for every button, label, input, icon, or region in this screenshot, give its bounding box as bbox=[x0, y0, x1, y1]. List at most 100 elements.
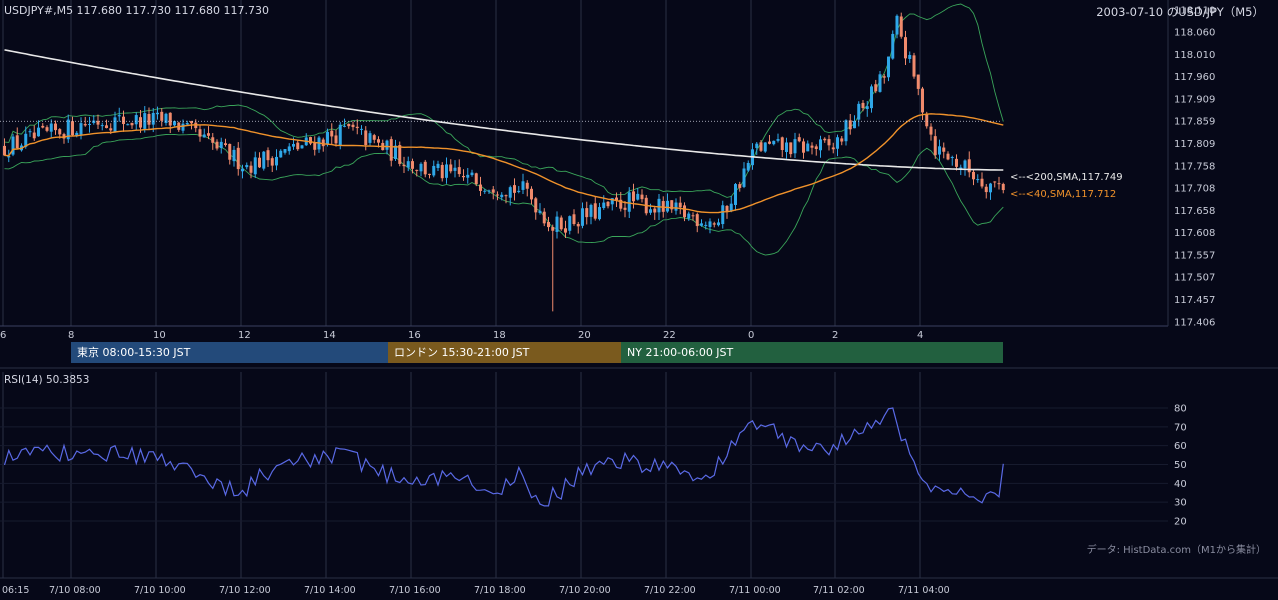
price-tick-label: 117.608 bbox=[1174, 228, 1215, 239]
candle-body bbox=[802, 141, 805, 153]
sma40-label: <--<40,SMA,117.712 bbox=[1010, 189, 1116, 200]
candle-body bbox=[394, 145, 397, 160]
candle-body bbox=[236, 147, 240, 170]
session-ny: NY 21:00-06:00 JST bbox=[621, 342, 1003, 363]
candle-body bbox=[466, 174, 470, 178]
candle-body bbox=[364, 130, 368, 145]
time-axis: 06:15 7/10 08:00 7/10 10:00 7/10 12:00 7/10 … bbox=[2, 585, 950, 596]
session-tokyo: 東京 08:00-15:30 JST bbox=[71, 342, 388, 363]
candle-body bbox=[368, 133, 372, 143]
candle-body bbox=[207, 133, 210, 136]
candle-body bbox=[147, 114, 151, 125]
time-tick-label: 7/10 18:00 bbox=[474, 585, 526, 596]
candle-body bbox=[105, 125, 108, 129]
candle-body bbox=[908, 54, 912, 59]
candle-body bbox=[296, 142, 300, 150]
candle-body bbox=[457, 167, 461, 175]
rsi-tick-label: 80 bbox=[1174, 404, 1187, 415]
candle-body bbox=[198, 129, 202, 137]
candle-body bbox=[360, 128, 363, 130]
price-tick-label: 117.557 bbox=[1174, 251, 1215, 262]
candle-body bbox=[389, 139, 393, 161]
candle-body bbox=[551, 227, 555, 231]
rsi-grid bbox=[0, 407, 1168, 522]
candle-body bbox=[568, 216, 572, 231]
candle-body bbox=[564, 228, 567, 233]
candle-body bbox=[185, 122, 189, 125]
candle-body bbox=[555, 216, 559, 232]
candle-body bbox=[955, 158, 958, 167]
candle-body bbox=[313, 142, 317, 150]
candle-body bbox=[891, 33, 895, 59]
rsi-series-line bbox=[3, 407, 1004, 507]
candle-body bbox=[763, 142, 767, 152]
candle-body bbox=[292, 144, 295, 147]
candle-body bbox=[933, 136, 937, 156]
hour-tick-label: 10 bbox=[153, 330, 166, 341]
candle-body bbox=[117, 115, 121, 117]
candle-body bbox=[929, 126, 933, 135]
candle-body bbox=[899, 16, 903, 37]
chart-canvas[interactable]: 118.110118.060118.010117.960117.909117.8… bbox=[0, 0, 1278, 600]
hour-tick-label: 16 bbox=[408, 330, 421, 341]
candle-body bbox=[980, 178, 984, 187]
candle-body bbox=[942, 147, 946, 152]
candle-body bbox=[666, 200, 669, 212]
candle-body bbox=[768, 141, 771, 144]
time-tick-label: 7/10 22:00 bbox=[644, 585, 696, 596]
band-lower bbox=[4, 133, 1004, 256]
candle-body bbox=[275, 156, 278, 166]
candle-body bbox=[173, 121, 176, 126]
candle-body bbox=[576, 223, 580, 227]
hour-axis: 6 8 10 12 14 16 18 20 22 0 2 4 bbox=[0, 330, 923, 341]
hour-tick-label: 6 bbox=[0, 330, 6, 341]
candle-body bbox=[878, 74, 882, 92]
candle-body bbox=[547, 221, 550, 228]
candle-body bbox=[181, 123, 185, 131]
candle-body bbox=[479, 184, 482, 191]
candle-body bbox=[708, 221, 712, 227]
candle-body bbox=[921, 88, 924, 113]
candle-body bbox=[912, 55, 916, 77]
candle-body bbox=[253, 157, 257, 175]
candle-body bbox=[759, 142, 763, 151]
candle-body bbox=[402, 164, 406, 167]
price-tick-label: 118.010 bbox=[1174, 50, 1215, 61]
price-tick-label: 117.809 bbox=[1174, 139, 1215, 150]
candle-body bbox=[109, 128, 113, 131]
time-tick-label: 7/10 10:00 bbox=[134, 585, 186, 596]
candle-body bbox=[717, 222, 720, 226]
hour-tick-label: 14 bbox=[323, 330, 336, 341]
candle-body bbox=[997, 183, 1001, 185]
candle-body bbox=[700, 223, 703, 226]
candle-body bbox=[513, 185, 516, 193]
time-tick-label: 7/10 14:00 bbox=[304, 585, 356, 596]
candle-body bbox=[326, 131, 329, 145]
candle-body bbox=[249, 165, 253, 173]
price-tick-label: 117.859 bbox=[1174, 117, 1215, 128]
candle-body bbox=[351, 124, 355, 128]
candle-body bbox=[683, 205, 686, 218]
candle-body bbox=[500, 194, 504, 198]
candle-body bbox=[734, 184, 737, 205]
sma200-label: <--<200,SMA,117.749 bbox=[1010, 172, 1123, 183]
candle-body bbox=[874, 84, 878, 92]
candle-body bbox=[823, 138, 827, 141]
candle-body bbox=[32, 132, 36, 139]
candle-body bbox=[946, 153, 950, 160]
candle-body bbox=[844, 120, 848, 142]
candle-body bbox=[887, 56, 890, 78]
candle-body bbox=[649, 209, 652, 213]
time-tick-label: 7/11 04:00 bbox=[898, 585, 950, 596]
candle-body bbox=[449, 164, 453, 172]
candle-body bbox=[581, 208, 584, 226]
candle-body bbox=[338, 124, 342, 146]
candle-body bbox=[870, 86, 873, 109]
price-tick-label: 117.708 bbox=[1174, 184, 1215, 195]
data-credit: データ: HistData.com（M1から集計） bbox=[1086, 545, 1266, 556]
candle-body bbox=[54, 123, 57, 131]
candle-body bbox=[840, 138, 844, 142]
candle-body bbox=[585, 208, 589, 218]
candle-body bbox=[695, 214, 699, 227]
hour-tick-label: 8 bbox=[68, 330, 74, 341]
